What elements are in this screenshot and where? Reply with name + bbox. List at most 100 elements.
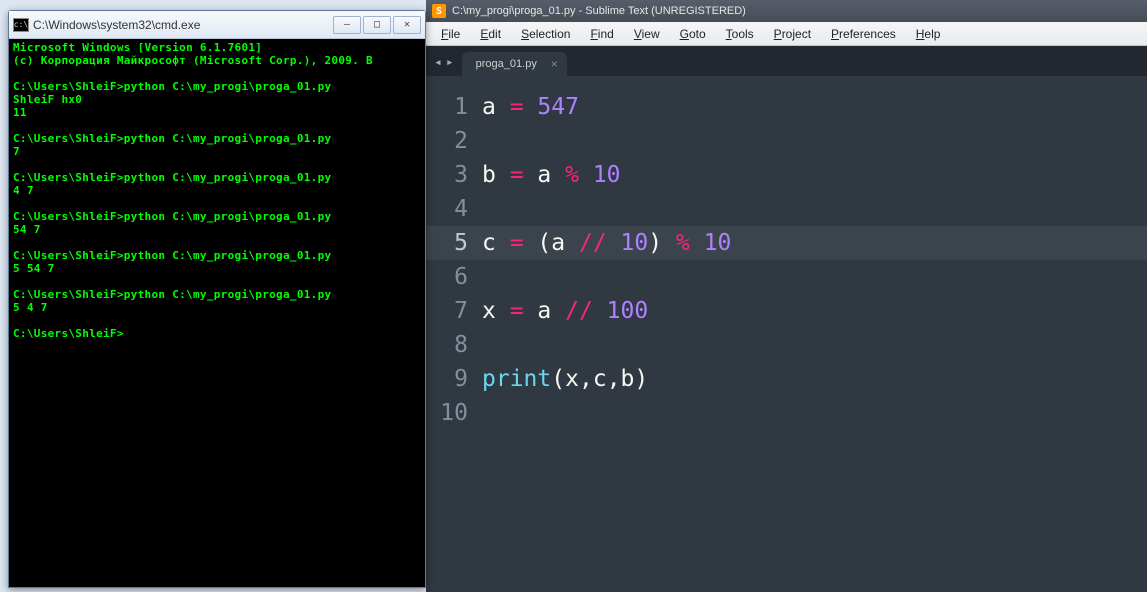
token-op: = bbox=[510, 94, 538, 120]
cmd-icon: c:\ bbox=[13, 18, 29, 32]
code-line[interactable]: b = a % 10 bbox=[482, 158, 1147, 192]
token-num: 10 bbox=[621, 230, 649, 256]
line-number: 5 bbox=[426, 226, 482, 260]
cmd-line: C:\Users\ShleiF>python C:\my_progi\proga… bbox=[13, 288, 421, 301]
tab-next-icon[interactable]: ▸ bbox=[446, 55, 454, 70]
token-num: 10 bbox=[593, 162, 621, 188]
menu-preferences[interactable]: Preferences bbox=[821, 24, 906, 44]
token-num: 100 bbox=[607, 298, 649, 324]
token-var: c bbox=[482, 230, 510, 256]
token-func: print bbox=[482, 366, 551, 392]
tab-proga01[interactable]: proga_01.py × bbox=[462, 52, 567, 76]
line-number: 6 bbox=[426, 260, 482, 294]
cmd-line: 54 7 bbox=[13, 223, 421, 236]
token-op: = bbox=[510, 298, 538, 324]
line-number: 7 bbox=[426, 294, 482, 328]
cmd-line: C:\Users\ShleiF>python C:\my_progi\proga… bbox=[13, 132, 421, 145]
code-line[interactable]: x = a // 100 bbox=[482, 294, 1147, 328]
cmd-line bbox=[13, 314, 421, 327]
code-line[interactable] bbox=[482, 396, 1147, 430]
close-button[interactable]: ✕ bbox=[393, 16, 421, 34]
cmd-line: C:\Users\ShleiF>python C:\my_progi\proga… bbox=[13, 249, 421, 262]
line-number: 10 bbox=[426, 396, 482, 430]
cmd-line: C:\Users\ShleiF> bbox=[13, 327, 421, 340]
line-number: 8 bbox=[426, 328, 482, 362]
token-var: a bbox=[482, 94, 510, 120]
cmd-line: C:\Users\ShleiF>python C:\my_progi\proga… bbox=[13, 210, 421, 223]
code-line[interactable] bbox=[482, 124, 1147, 158]
cmd-line bbox=[13, 275, 421, 288]
cmd-titlebar[interactable]: c:\ C:\Windows\system32\cmd.exe — □ ✕ bbox=[9, 11, 425, 39]
tab-close-icon[interactable]: × bbox=[551, 57, 558, 71]
token-num: 10 bbox=[704, 230, 732, 256]
cmd-line: Microsoft Windows [Version 6.1.7601] bbox=[13, 41, 421, 54]
line-number: 2 bbox=[426, 124, 482, 158]
minimize-button[interactable]: — bbox=[333, 16, 361, 34]
menu-edit[interactable]: Edit bbox=[470, 24, 511, 44]
token-var: b bbox=[482, 162, 510, 188]
code-line[interactable] bbox=[482, 192, 1147, 226]
tab-nav: ◂ ▸ bbox=[434, 55, 462, 76]
maximize-button[interactable]: □ bbox=[363, 16, 391, 34]
token-paren: ) bbox=[634, 366, 648, 392]
cmd-line bbox=[13, 119, 421, 132]
token-op: // bbox=[579, 230, 621, 256]
cmd-line bbox=[13, 158, 421, 171]
code-line[interactable] bbox=[482, 328, 1147, 362]
tab-prev-icon[interactable]: ◂ bbox=[434, 55, 442, 70]
menu-tools[interactable]: Tools bbox=[716, 24, 764, 44]
sublime-window: S C:\my_progi\proga_01.py - Sublime Text… bbox=[426, 0, 1147, 592]
token-var: c bbox=[593, 366, 607, 392]
cmd-line: 11 bbox=[13, 106, 421, 119]
gutter: 12345678910 bbox=[426, 76, 482, 592]
token-var: x bbox=[565, 366, 579, 392]
token-op: % bbox=[565, 162, 593, 188]
menu-file[interactable]: File bbox=[431, 24, 470, 44]
cmd-line: 5 4 7 bbox=[13, 301, 421, 314]
tab-label: proga_01.py bbox=[476, 58, 537, 70]
cmd-line bbox=[13, 67, 421, 80]
token-paren: ( bbox=[551, 366, 565, 392]
code-line[interactable] bbox=[482, 260, 1147, 294]
cmd-line: 4 7 bbox=[13, 184, 421, 197]
token-var: a bbox=[537, 298, 565, 324]
menu-view[interactable]: View bbox=[624, 24, 670, 44]
line-number: 9 bbox=[426, 362, 482, 396]
menu-project[interactable]: Project bbox=[764, 24, 821, 44]
token-comma: , bbox=[607, 366, 621, 392]
token-op: = bbox=[510, 162, 538, 188]
cmd-line bbox=[13, 236, 421, 249]
cmd-body[interactable]: Microsoft Windows [Version 6.1.7601](c) … bbox=[9, 39, 425, 342]
cmd-line: C:\Users\ShleiF>python C:\my_progi\proga… bbox=[13, 171, 421, 184]
tabbar: ◂ ▸ proga_01.py × bbox=[426, 46, 1147, 76]
token-paren: ) bbox=[648, 230, 676, 256]
token-var: x bbox=[482, 298, 510, 324]
cmd-line bbox=[13, 197, 421, 210]
token-comma: , bbox=[579, 366, 593, 392]
token-var: a bbox=[551, 230, 579, 256]
sublime-icon: S bbox=[432, 4, 446, 18]
cmd-line: C:\Users\ShleiF>python C:\my_progi\proga… bbox=[13, 80, 421, 93]
cmd-line: 5 54 7 bbox=[13, 262, 421, 275]
cmd-window: c:\ C:\Windows\system32\cmd.exe — □ ✕ Mi… bbox=[8, 10, 426, 588]
code-line[interactable]: c = (a // 10) % 10 bbox=[482, 226, 1147, 260]
menubar: FileEditSelectionFindViewGotoToolsProjec… bbox=[426, 22, 1147, 46]
menu-help[interactable]: Help bbox=[906, 24, 951, 44]
line-number: 1 bbox=[426, 90, 482, 124]
token-op: // bbox=[565, 298, 607, 324]
menu-find[interactable]: Find bbox=[580, 24, 623, 44]
cmd-line: 7 bbox=[13, 145, 421, 158]
sublime-title: C:\my_progi\proga_01.py - Sublime Text (… bbox=[452, 5, 746, 17]
token-var: a bbox=[537, 162, 565, 188]
editor-area[interactable]: 12345678910 a = 547b = a % 10c = (a // 1… bbox=[426, 76, 1147, 592]
sublime-titlebar[interactable]: S C:\my_progi\proga_01.py - Sublime Text… bbox=[426, 0, 1147, 22]
menu-goto[interactable]: Goto bbox=[670, 24, 716, 44]
cmd-line: ShleiF hx0 bbox=[13, 93, 421, 106]
cmd-line: (c) Корпорация Майкрософт (Microsoft Cor… bbox=[13, 54, 421, 67]
menu-selection[interactable]: Selection bbox=[511, 24, 580, 44]
token-paren: ( bbox=[537, 230, 551, 256]
code-line[interactable]: a = 547 bbox=[482, 90, 1147, 124]
code-area[interactable]: a = 547b = a % 10c = (a // 10) % 10x = a… bbox=[482, 76, 1147, 592]
code-line[interactable]: print(x,c,b) bbox=[482, 362, 1147, 396]
token-num: 547 bbox=[537, 94, 579, 120]
